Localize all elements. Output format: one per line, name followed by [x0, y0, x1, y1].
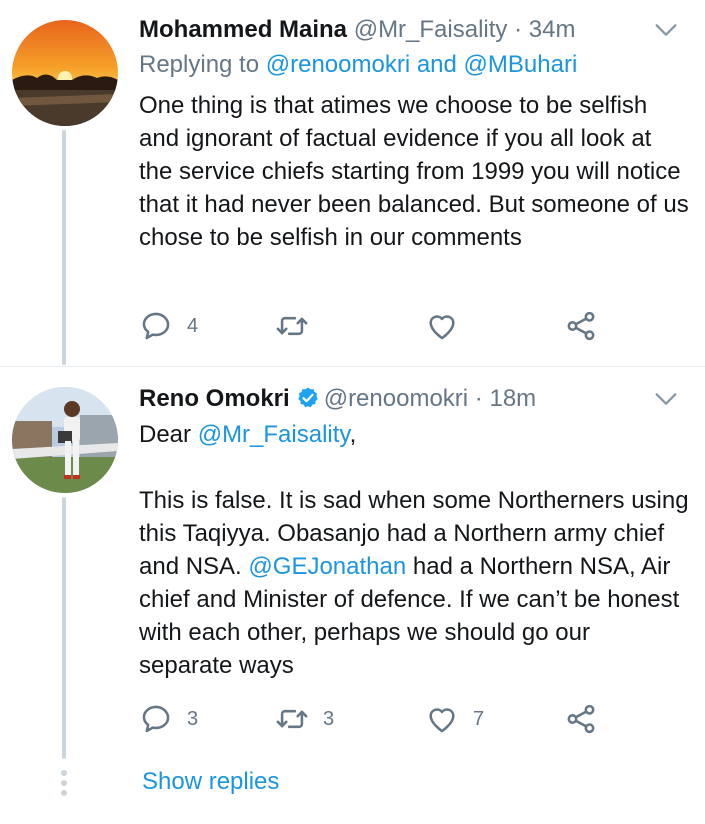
user-handle[interactable]: @Mr_Faisality — [354, 16, 508, 43]
retweet-icon — [276, 316, 308, 336]
mention-link[interactable]: @GEJonathan — [248, 553, 406, 580]
reply-count: 4 — [187, 314, 199, 337]
share-button[interactable] — [564, 699, 598, 739]
reply-icon — [142, 705, 170, 733]
reply-button[interactable]: 4 — [139, 306, 198, 346]
retweet-icon — [276, 709, 308, 729]
share-icon — [567, 704, 595, 734]
replying-to-users[interactable]: @renoomokri and @MBuhari — [266, 51, 578, 78]
thread-dots-icon — [61, 770, 67, 800]
person-avatar-icon — [12, 387, 118, 493]
tweet-body: This is false. It is sad when some North… — [139, 484, 689, 682]
tweet-reno-omokri[interactable]: Reno Omokri @renoomokri · 18m Dear @Mr_F… — [0, 367, 705, 824]
chevron-down-icon[interactable] — [652, 385, 680, 413]
tweet-text: Dear @Mr_Faisality, This is false. It is… — [139, 418, 689, 682]
tweet-header: Reno Omokri @renoomokri · 18m — [139, 383, 536, 415]
sunset-avatar-icon — [12, 20, 118, 126]
tweet-greeting: Dear @Mr_Faisality, — [139, 418, 689, 451]
like-button[interactable]: 7 — [425, 699, 484, 739]
tweet-body: One thing is that atimes we choose to be… — [139, 92, 689, 251]
chevron-down-icon[interactable] — [652, 16, 680, 44]
tweet-actions: 3 3 7 — [139, 699, 609, 739]
retweet-button[interactable]: 3 — [275, 699, 334, 739]
like-count: 7 — [473, 707, 485, 730]
heart-icon — [429, 708, 455, 733]
replying-to: Replying to @renoomokri and @MBuhari — [139, 49, 577, 81]
thread-line — [62, 130, 66, 365]
user-handle[interactable]: @renoomokri — [324, 385, 468, 412]
reply-count: 3 — [187, 707, 199, 730]
avatar[interactable] — [12, 20, 118, 126]
tweet-actions: 4 — [139, 306, 609, 346]
separator-dot: · — [474, 385, 483, 412]
retweet-count: 3 — [323, 707, 335, 730]
greeting-word: Dear — [139, 421, 192, 448]
reply-button[interactable]: 3 — [139, 699, 198, 739]
timestamp[interactable]: 18m — [489, 385, 536, 412]
heart-icon — [429, 315, 455, 340]
share-icon — [567, 311, 595, 341]
show-replies-link[interactable]: Show replies — [142, 765, 279, 799]
tweet-text: One thing is that atimes we choose to be… — [139, 89, 689, 254]
reply-icon — [142, 312, 170, 340]
display-name[interactable]: Reno Omokri — [139, 385, 290, 412]
retweet-button[interactable] — [275, 306, 323, 346]
separator-dot: · — [514, 16, 523, 43]
greeting-comma: , — [349, 421, 357, 448]
verified-badge-icon — [298, 387, 318, 408]
thread-line — [62, 497, 66, 759]
timestamp[interactable]: 34m — [529, 16, 576, 43]
replying-to-label: Replying to — [139, 51, 260, 78]
tweet-mohammed-maina[interactable]: Mohammed Maina @Mr_Faisality · 34m Reply… — [0, 0, 705, 365]
like-button[interactable] — [425, 306, 473, 346]
share-button[interactable] — [564, 306, 598, 346]
mention-link[interactable]: @Mr_Faisality — [198, 421, 350, 448]
tweet-header: Mohammed Maina @Mr_Faisality · 34m — [139, 14, 575, 46]
display-name[interactable]: Mohammed Maina — [139, 16, 347, 43]
avatar[interactable] — [12, 387, 118, 493]
